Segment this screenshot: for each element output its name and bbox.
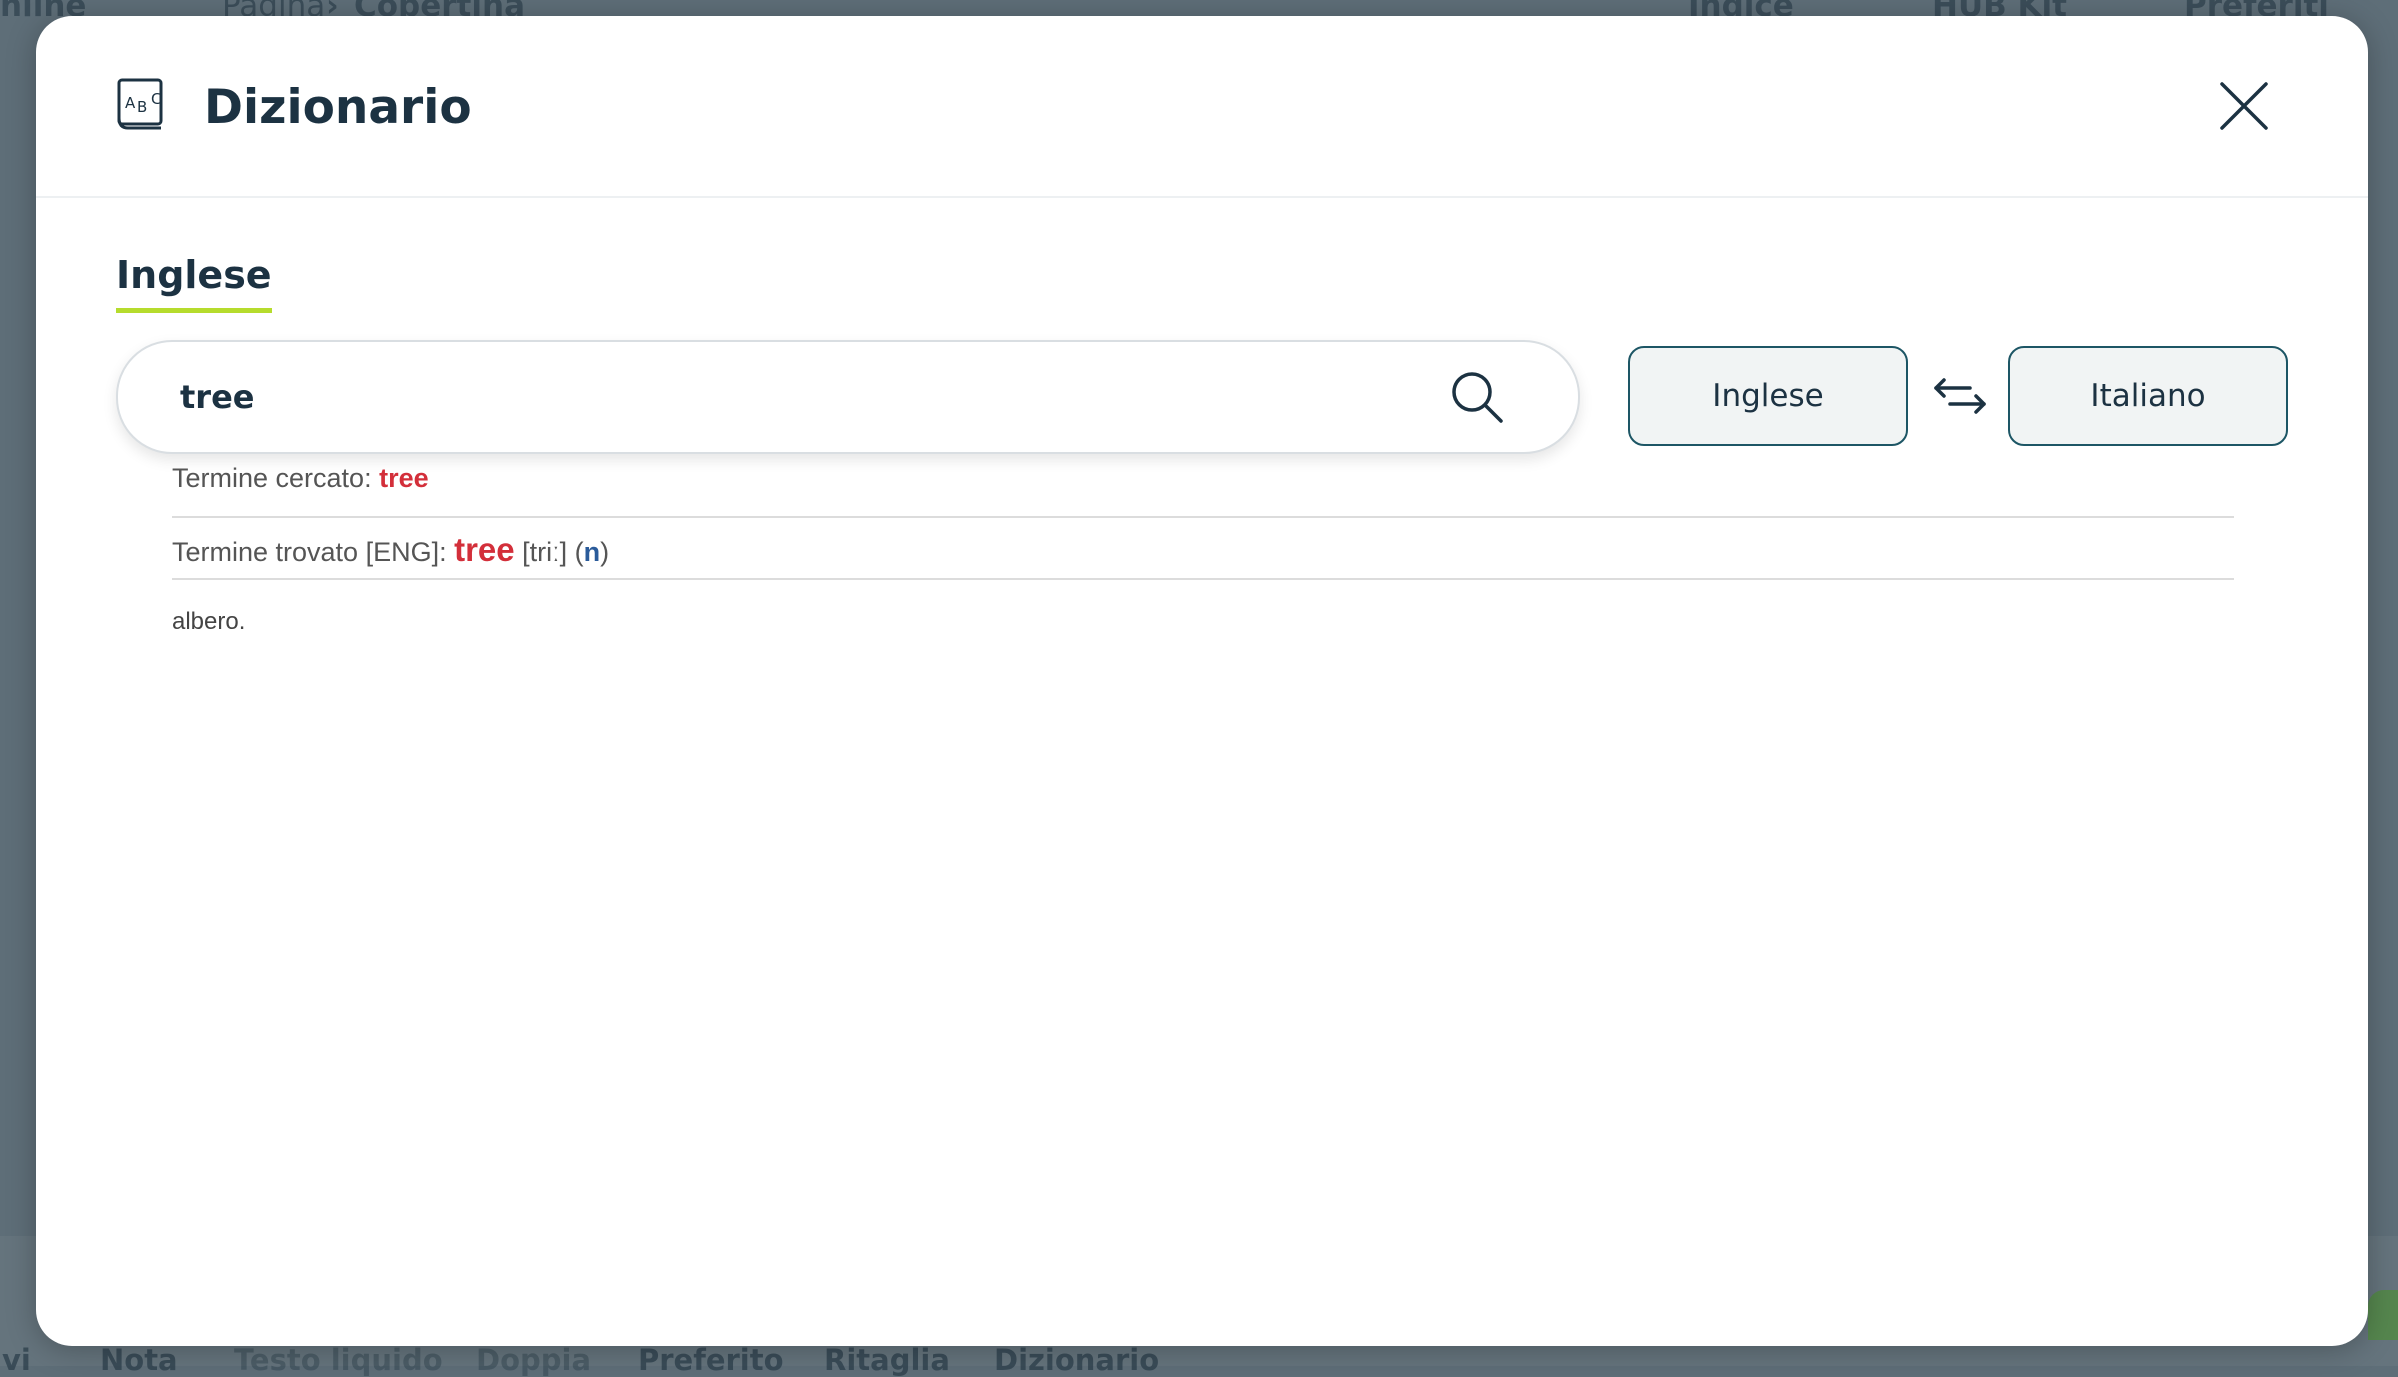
tab-inglese[interactable]: Inglese xyxy=(116,252,272,313)
bg-tab-0: ivi xyxy=(0,1343,31,1377)
swap-arrows-icon[interactable] xyxy=(1932,376,1988,416)
search-icon[interactable] xyxy=(1450,370,1504,424)
found-term-row: Termine trovato [ENG]: tree [triː] (n) xyxy=(172,518,2234,580)
bg-tab-preferito: Preferito xyxy=(638,1343,784,1377)
bg-tab-testo-liquido: Testo liquido xyxy=(234,1343,443,1377)
bg-tab-nota: Nota xyxy=(100,1343,178,1377)
svg-text:C: C xyxy=(151,90,161,108)
searched-term-label: Termine cercato: xyxy=(172,463,380,493)
results-panel: Termine cercato: tree Termine trovato [E… xyxy=(172,456,2234,636)
modal-header: A B C Dizionario xyxy=(36,16,2368,198)
bg-tab-doppia: Doppia xyxy=(476,1343,592,1377)
searched-term-value: tree xyxy=(379,463,429,493)
source-language-button[interactable]: Inglese xyxy=(1628,346,1908,446)
search-input[interactable] xyxy=(178,366,1402,428)
pos-close: ) xyxy=(600,537,610,567)
found-term-value: tree xyxy=(454,531,515,568)
dictionary-modal: A B C Dizionario Inglese Inglese Italian… xyxy=(36,16,2368,1346)
target-language-button[interactable]: Italiano xyxy=(2008,346,2288,446)
dictionary-abc-icon: A B C xyxy=(117,78,163,130)
modal-title: Dizionario xyxy=(204,80,472,135)
part-of-speech: n xyxy=(583,537,601,567)
svg-text:A: A xyxy=(125,94,136,112)
found-term-label: Termine trovato [ENG]: xyxy=(172,537,455,567)
definition-text: albero. xyxy=(172,608,246,635)
background-green-tab xyxy=(2368,1290,2398,1340)
bg-tab-ritaglia: Ritaglia xyxy=(824,1343,950,1377)
search-box xyxy=(116,340,1580,454)
pronunciation: [triː] ( xyxy=(514,537,584,567)
close-icon[interactable] xyxy=(2216,78,2272,134)
bg-tab-dizionario: Dizionario xyxy=(994,1343,1160,1377)
searched-term-row: Termine cercato: tree xyxy=(172,456,2234,518)
svg-text:B: B xyxy=(137,98,147,116)
